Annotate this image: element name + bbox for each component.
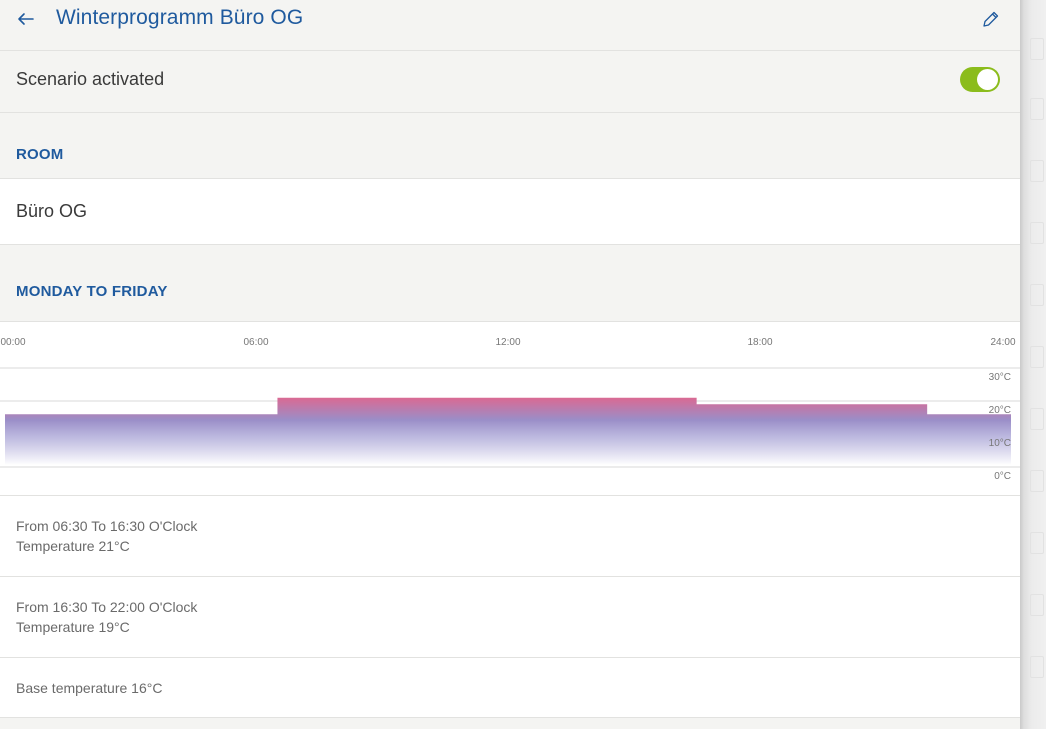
background-ghost-shape <box>1030 470 1044 492</box>
page-title: Winterprogramm Büro OG <box>56 6 304 29</box>
entry-temperature: Temperature 19°C <box>16 619 130 635</box>
background-app-edge <box>1020 0 1046 729</box>
room-row[interactable]: Büro OG <box>0 179 1020 245</box>
entry-time-range: From 06:30 To 16:30 O'Clock <box>16 518 198 534</box>
header-bar: Winterprogramm Büro OG <box>0 0 1020 51</box>
background-ghost-shape <box>1030 160 1044 182</box>
edit-button[interactable] <box>976 6 1004 32</box>
schedule-section-header: MONDAY TO FRIDAY <box>0 245 1020 322</box>
scenario-activated-label: Scenario activated <box>16 69 165 89</box>
entry-time-range: From 16:30 To 22:00 O'Clock <box>16 599 198 615</box>
schedule-section-heading: MONDAY TO FRIDAY <box>16 283 168 300</box>
y-tick-label: 0°C <box>994 471 1011 482</box>
temperature-area <box>5 397 1011 465</box>
scenario-activated-toggle[interactable] <box>960 67 1000 92</box>
temperature-chart: 00:00 06:00 12:00 18:00 24:00 30°C 20°C 10°C 0°… <box>0 322 1020 496</box>
entry-temperature: Temperature 21°C <box>16 538 130 554</box>
scenario-detail-panel: Winterprogramm Büro OG Scenario activate… <box>0 0 1020 729</box>
back-button[interactable] <box>12 6 40 32</box>
room-section-header: ROOM <box>0 113 1020 179</box>
background-ghost-shape <box>1030 38 1044 60</box>
toggle-knob <box>977 69 998 90</box>
y-tick-label: 30°C <box>989 372 1011 383</box>
background-ghost-shape <box>1030 408 1044 430</box>
background-ghost-shape <box>1030 594 1044 616</box>
background-ghost-shape <box>1030 98 1044 120</box>
background-ghost-shape <box>1030 656 1044 678</box>
schedule-entry-base[interactable]: Base temperature 16°C <box>0 658 1020 718</box>
background-ghost-shape <box>1030 532 1044 554</box>
x-tick-label: 12:00 <box>495 337 520 348</box>
y-tick-label: 20°C <box>989 405 1011 416</box>
schedule-entry-1[interactable]: From 06:30 To 16:30 O'Clock Temperature … <box>0 496 1020 577</box>
arrow-left-icon <box>18 13 34 25</box>
background-ghost-shape <box>1030 346 1044 368</box>
x-tick-label: 24:00 <box>990 337 1015 348</box>
entry-base-temperature: Base temperature 16°C <box>16 680 163 696</box>
x-tick-label: 18:00 <box>747 337 772 348</box>
room-name: Büro OG <box>16 201 88 221</box>
temperature-chart-svg: 00:00 06:00 12:00 18:00 24:00 30°C 20°C 10°C 0°… <box>0 337 1020 482</box>
room-section-heading: ROOM <box>16 146 64 163</box>
x-tick-label: 06:00 <box>243 337 268 348</box>
pencil-icon <box>983 11 999 27</box>
schedule-entry-2[interactable]: From 16:30 To 22:00 O'Clock Temperature … <box>0 577 1020 658</box>
background-ghost-shape <box>1030 222 1044 244</box>
footer-spacer <box>0 718 1020 729</box>
y-tick-label: 10°C <box>989 438 1011 449</box>
background-ghost-shape <box>1030 284 1044 306</box>
scenario-activated-row: Scenario activated <box>0 51 1020 113</box>
x-tick-label: 00:00 <box>0 337 25 348</box>
